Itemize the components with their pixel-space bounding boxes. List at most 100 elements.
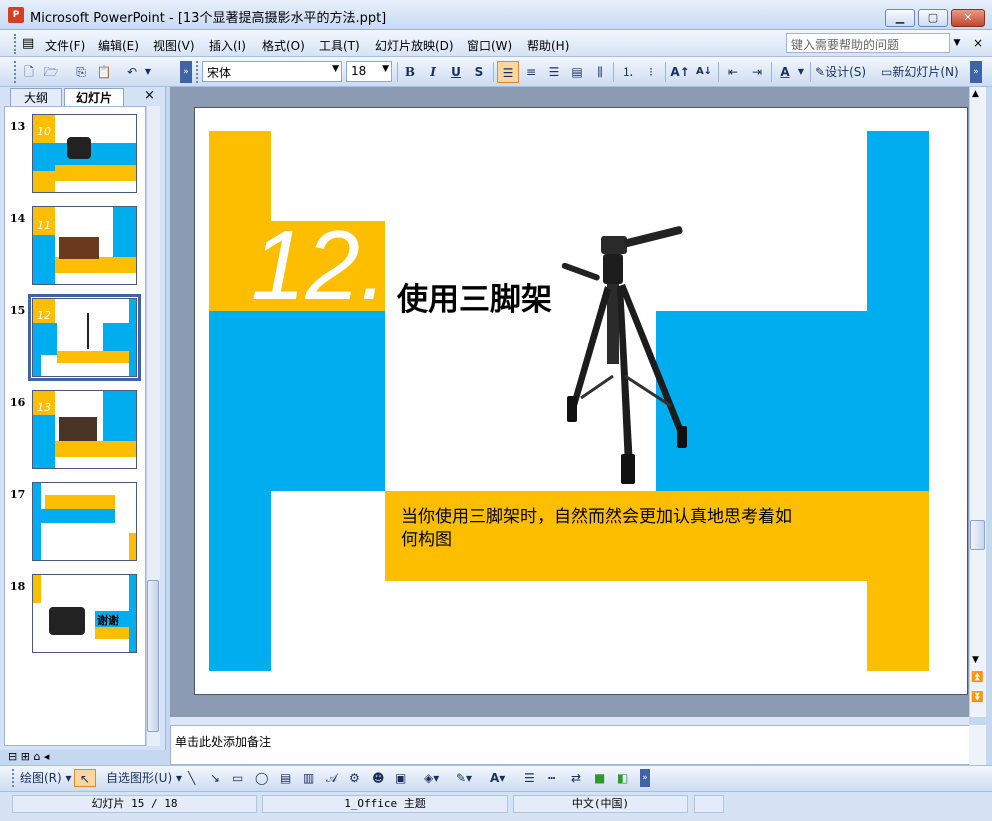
font-name-select[interactable]: 宋体 ▼ xyxy=(202,61,342,82)
font-size-select[interactable]: 18 ▼ xyxy=(346,61,392,82)
bullet-list-icon[interactable]: ⁝ xyxy=(641,61,661,83)
slideshow-icon[interactable]: ⌂ xyxy=(33,750,40,763)
thumbnail-slide-14[interactable]: 11 xyxy=(32,206,137,285)
decrease-font-icon[interactable]: A↓ xyxy=(694,61,714,83)
menu-help[interactable]: 帮助(H) xyxy=(527,37,569,54)
font-color-icon[interactable]: A xyxy=(775,61,795,83)
draw-menu-button[interactable]: 绘图(R) ▾ xyxy=(20,769,72,787)
dash-style-icon[interactable]: ┅ xyxy=(548,769,555,787)
thumbnail-slide-16[interactable]: 13 xyxy=(32,390,137,469)
arrow-style-icon[interactable]: ⇄ xyxy=(571,769,581,787)
slide-sorter-icon[interactable]: ⊞ xyxy=(21,750,30,763)
help-search-input[interactable]: 键入需要帮助的问题 xyxy=(786,33,950,53)
diagram-icon[interactable]: ⚙ xyxy=(349,769,360,787)
powerpoint-app-icon[interactable]: P xyxy=(8,7,24,23)
splitter[interactable] xyxy=(170,717,969,725)
clipart-icon[interactable]: ☻ xyxy=(372,769,385,787)
undo-dropdown-icon[interactable]: ▼ xyxy=(143,61,153,83)
align-right-icon[interactable]: ☰ xyxy=(544,61,564,83)
close-button[interactable]: ✕ xyxy=(951,9,985,27)
toolbar-grip[interactable] xyxy=(14,61,18,83)
thumbnail-slide-13[interactable]: 10 xyxy=(32,114,137,193)
thumbnail-scroll-thumb[interactable] xyxy=(147,580,159,732)
numbered-list-icon[interactable]: ⒈ xyxy=(618,61,638,83)
increase-indent-icon[interactable]: ⇥ xyxy=(747,61,767,83)
thumbnail-slide-18[interactable]: 谢谢 xyxy=(32,574,137,653)
normal-view-icon[interactable]: ⊟ xyxy=(8,750,17,763)
underline-button[interactable]: U xyxy=(447,61,465,83)
shadow-style-icon[interactable]: ■ xyxy=(594,769,605,787)
menu-format[interactable]: 格式(O) xyxy=(262,37,305,54)
tab-slides[interactable]: 幻灯片 xyxy=(64,88,124,107)
next-slide-icon[interactable]: ⏬ xyxy=(971,692,983,703)
current-slide[interactable]: 12. 使用三脚架 当你使用三脚架时，自然而然会更加认真地思考着如何构图 xyxy=(194,107,968,695)
oval-tool-icon[interactable]: ◯ xyxy=(255,769,268,787)
menu-insert[interactable]: 插入(I) xyxy=(209,37,246,54)
fill-color-icon[interactable]: ◈▾ xyxy=(424,769,439,787)
thumbnail-slide-17[interactable] xyxy=(32,482,137,561)
arrow-tool-icon[interactable]: ↘ xyxy=(210,769,220,787)
rectangle-tool-icon[interactable]: ▭ xyxy=(232,769,243,787)
notes-pane[interactable]: 单击此处添加备注 xyxy=(170,725,970,765)
paste-icon[interactable]: 📋 xyxy=(95,61,113,83)
align-center-icon[interactable]: ≡ xyxy=(521,61,541,83)
tripod-image[interactable] xyxy=(541,226,701,488)
menu-file[interactable]: 文件(F) xyxy=(45,37,85,54)
new-document-icon[interactable]: 🗋 xyxy=(20,61,38,83)
shadow-button[interactable]: S xyxy=(470,61,488,83)
scroll-left-icon[interactable]: ◂ xyxy=(44,750,50,763)
textbox-tool-icon[interactable]: ▤ xyxy=(280,769,291,787)
slide-number-text[interactable]: 12. xyxy=(251,216,387,314)
panel-close-button[interactable]: × xyxy=(144,88,155,103)
font-color-icon[interactable]: A▾ xyxy=(490,769,505,787)
increase-font-icon[interactable]: A↑ xyxy=(670,61,690,83)
toolbar-options-icon[interactable]: » xyxy=(970,61,982,83)
align-left-icon[interactable]: ☰ xyxy=(497,61,519,83)
toolbar2-grip[interactable] xyxy=(196,61,200,83)
decrease-indent-icon[interactable]: ⇤ xyxy=(723,61,743,83)
menu-view[interactable]: 视图(V) xyxy=(153,37,195,54)
bold-button[interactable]: B xyxy=(401,61,419,83)
document-icon[interactable]: ▤ xyxy=(22,36,34,51)
scroll-down-icon[interactable]: ▼ xyxy=(972,655,979,665)
notes-scrollbar[interactable] xyxy=(969,725,986,765)
line-tool-icon[interactable]: ╲ xyxy=(188,769,195,787)
3d-style-icon[interactable]: ◧ xyxy=(617,769,628,787)
wordart-icon[interactable]: 𝒜 xyxy=(326,769,337,787)
justify-icon[interactable]: ▤ xyxy=(567,61,587,83)
minimize-button[interactable]: ▁ xyxy=(885,9,915,27)
menu-edit[interactable]: 编辑(E) xyxy=(98,37,139,54)
select-pointer-icon[interactable]: ↖ xyxy=(74,769,96,787)
slide-body-text[interactable]: 当你使用三脚架时，自然而然会更加认真地思考着如何构图 xyxy=(401,506,801,552)
autoshapes-button[interactable]: 自选图形(U) ▾ xyxy=(106,769,182,787)
menu-tools[interactable]: 工具(T) xyxy=(319,37,360,54)
tab-outline[interactable]: 大纲 xyxy=(10,88,62,107)
toolbar-options-icon[interactable]: » xyxy=(180,61,192,83)
maximize-button[interactable]: ▢ xyxy=(918,9,948,27)
open-icon[interactable]: 🗁 xyxy=(42,61,60,83)
menu-grip[interactable] xyxy=(14,34,18,54)
slide-title[interactable]: 使用三脚架 xyxy=(397,274,552,319)
toolbar-options-icon[interactable]: » xyxy=(640,769,650,787)
font-color-dropdown-icon[interactable]: ▼ xyxy=(796,61,806,83)
italic-button[interactable]: I xyxy=(424,61,442,83)
new-slide-button[interactable]: ▭新幻灯片(N) xyxy=(881,61,967,83)
vertical-textbox-icon[interactable]: ▥ xyxy=(303,769,314,787)
scroll-up-icon[interactable]: ▲ xyxy=(972,89,979,99)
line-color-icon[interactable]: ✎▾ xyxy=(456,769,472,787)
line-style-icon[interactable]: ☰ xyxy=(524,769,535,787)
previous-slide-icon[interactable]: ⏫ xyxy=(971,672,983,683)
help-dropdown-icon[interactable]: ▼ xyxy=(950,33,964,53)
menu-window[interactable]: 窗口(W) xyxy=(467,37,512,54)
drawbar-grip[interactable] xyxy=(12,769,16,787)
menu-slideshow[interactable]: 幻灯片放映(D) xyxy=(375,37,454,54)
design-button[interactable]: ✎设计(S) xyxy=(815,61,877,83)
picture-icon[interactable]: ▣ xyxy=(395,769,406,787)
document-close-button[interactable]: × xyxy=(970,35,986,51)
undo-icon[interactable]: ↶ xyxy=(123,61,141,83)
thumbnail-slide-15[interactable]: 12 xyxy=(28,294,141,381)
slide-scroll-thumb[interactable] xyxy=(970,520,985,550)
distribute-icon[interactable]: ⫼ xyxy=(590,61,610,83)
copy-icon[interactable]: ⎘ xyxy=(72,61,90,83)
slide-scrollbar[interactable] xyxy=(969,87,986,717)
